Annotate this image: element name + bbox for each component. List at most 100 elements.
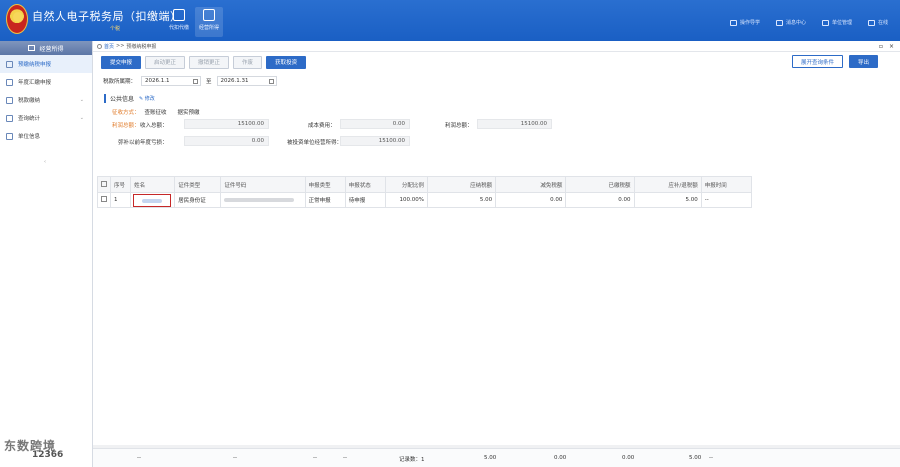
period-label: 税款所属期：: [103, 79, 137, 85]
sidebar-item-payment[interactable]: 税款缴纳 ⌄: [0, 91, 92, 109]
guide-icon: [729, 19, 737, 26]
chevron-down-icon: ⌄: [79, 97, 84, 103]
row-decl-type: 正常申报: [304, 192, 346, 208]
row-status: 待申报: [344, 192, 386, 208]
profit-total-value: 15100.00: [477, 119, 552, 129]
cost-value: 0.00: [340, 119, 410, 129]
col-paid: 已缴税额: [565, 176, 635, 193]
prepay-icon: [6, 60, 13, 68]
toolbar: 提交申报 启动更正 撤销更正 作废 获取投资 展开查询条件 导出: [93, 52, 900, 72]
col-name: 姓名: [130, 176, 176, 193]
levy-label: 征收方式：: [112, 110, 140, 116]
loss-value: 0.00: [184, 136, 269, 146]
expand-query-button[interactable]: 展开查询条件: [791, 55, 843, 68]
close-icon[interactable]: ×: [889, 43, 894, 50]
app-title: 自然人电子税务局（扣缴端）: [32, 10, 182, 23]
col-refund: 应补/退税额: [633, 176, 702, 193]
col-tax-due: 应纳税额: [426, 176, 497, 193]
row-paid: 0.00: [565, 192, 635, 208]
col-status: 申报状态: [344, 176, 386, 193]
declaration-table: 序号 姓名 证件类型 证件号码 申报类型 申报状态 分配比例 应纳税额 减免税额…: [96, 176, 753, 208]
message-center-link[interactable]: 消息中心: [775, 19, 806, 26]
sidebar: 经营所得 预缴纳税申报 年度汇缴申报 税款缴纳 ⌄ 查询统计 ⌄ 单位信息 ‹: [0, 41, 93, 467]
footer-paid: 0.00: [622, 455, 635, 461]
home-icon: [97, 43, 102, 49]
watermark: 东数跨境 12366: [4, 439, 64, 460]
select-all-cell[interactable]: [96, 176, 112, 193]
query-icon: [6, 114, 13, 122]
edit-link[interactable]: ✎ 修改: [139, 95, 155, 102]
guide-link[interactable]: 操作导学: [729, 19, 760, 26]
toolbar-right: 展开查询条件 导出: [791, 55, 878, 68]
footer-dash: --: [709, 455, 713, 461]
col-ratio: 分配比例: [384, 176, 428, 193]
row-name[interactable]: [130, 192, 176, 208]
income-value: 15100.00: [184, 119, 269, 129]
levy-type: 据实预缴: [177, 110, 200, 116]
row-tax-due: 5.00: [426, 192, 497, 208]
profit-total-label: 利润总额：: [445, 123, 473, 129]
app-subtitle: 个税: [110, 26, 121, 32]
levy-value: 查账征收: [144, 110, 167, 116]
row-checkbox[interactable]: [101, 196, 107, 202]
submit-button[interactable]: 提交申报: [101, 55, 142, 69]
unit-manage-link[interactable]: 单位管理: [821, 19, 852, 26]
footer-dash: --: [313, 455, 317, 461]
col-time: 申报时间: [700, 176, 753, 193]
name-highlight-box[interactable]: [133, 194, 172, 207]
restore-icon[interactable]: ▫: [879, 43, 883, 50]
void-button[interactable]: 作废: [233, 55, 263, 69]
invest-value: 15100.00: [340, 136, 410, 146]
period-row: 税款所属期： 2026.1.1 至 2026.1.31: [93, 72, 900, 90]
online-status[interactable]: 在线: [867, 19, 888, 26]
topnav-withholding[interactable]: 代扣代缴: [165, 7, 193, 37]
col-decl-type: 申报类型: [304, 176, 346, 193]
col-id-type: 证件类型: [174, 176, 222, 193]
sidebar-header: 经营所得: [0, 41, 92, 55]
footer-count: 记录数：1: [399, 457, 425, 463]
row-index: 1: [110, 192, 132, 208]
window-controls: ▫ ×: [879, 43, 894, 50]
row-ratio: 100.00%: [384, 192, 428, 208]
correct-button[interactable]: 启动更正: [145, 55, 186, 69]
table-row[interactable]: 1 居民身份证 正常申报 待申报 100.00% 5.00 0.00 0.00 …: [96, 192, 753, 208]
topnav-business-income[interactable]: 经营所得: [195, 7, 223, 37]
sidebar-item-unit[interactable]: 单位信息: [0, 127, 92, 145]
financial-row-2: 弥补以前年度亏损： 0.00 被投资单位经营所得： 15100.00: [104, 136, 900, 148]
row-select-cell[interactable]: [96, 192, 112, 208]
export-button[interactable]: 导出: [848, 55, 878, 68]
sidebar-item-query[interactable]: 查询统计 ⌄: [0, 109, 92, 127]
undo-correct-button[interactable]: 撤销更正: [189, 55, 230, 69]
sidebar-item-annual[interactable]: 年度汇缴申报: [0, 73, 92, 91]
name-redacted: [142, 198, 163, 203]
top-header: 自然人电子税务局（扣缴端） 个税 代扣代缴 经营所得 操作导学 消息中心 单位管…: [0, 0, 900, 41]
table-footer: -- -- -- -- 记录数：1 5.00 0.00 0.00 5.00 --: [93, 448, 900, 467]
breadcrumb-home[interactable]: 首页: [104, 43, 114, 50]
period-start-input[interactable]: 2026.1.1: [141, 76, 202, 86]
period-separator: 至: [206, 79, 212, 85]
payment-icon: [6, 96, 13, 104]
message-icon: [775, 19, 783, 26]
unit-icon: [821, 19, 829, 26]
get-data-button[interactable]: 获取投资: [266, 55, 307, 69]
breadcrumb: 首页 >> 预缴纳税申报 ▫ ×: [93, 41, 900, 52]
id-redacted: [224, 197, 295, 202]
top-right-links: 操作导学 消息中心 单位管理 在线: [729, 19, 888, 26]
select-all-checkbox[interactable]: [101, 180, 107, 187]
calendar-icon: [193, 79, 199, 84]
public-info-section: 公共信息 ✎ 修改 征收方式： 查账征收 据实预缴 利润总额： 收入总额： 15…: [93, 94, 900, 148]
period-end-input[interactable]: 2026.1.31: [216, 76, 277, 86]
loss-label: 弥补以前年度亏损：: [118, 140, 168, 146]
sidebar-item-prepay[interactable]: 预缴纳税申报: [0, 55, 92, 73]
breadcrumb-current: 预缴纳税申报: [126, 43, 157, 50]
footer-relief: 0.00: [554, 455, 567, 461]
footer-dash: --: [137, 455, 141, 461]
col-id-number: 证件号码: [220, 176, 306, 193]
unit-info-icon: [6, 132, 13, 140]
tax-emblem-logo: [6, 4, 28, 34]
footer-refund: 5.00: [689, 455, 702, 461]
sidebar-collapse-handle[interactable]: ‹: [40, 159, 50, 165]
online-icon: [867, 19, 875, 26]
table-header-row: 序号 姓名 证件类型 证件号码 申报类型 申报状态 分配比例 应纳税额 减免税额…: [96, 176, 753, 193]
row-time: --: [700, 192, 753, 208]
